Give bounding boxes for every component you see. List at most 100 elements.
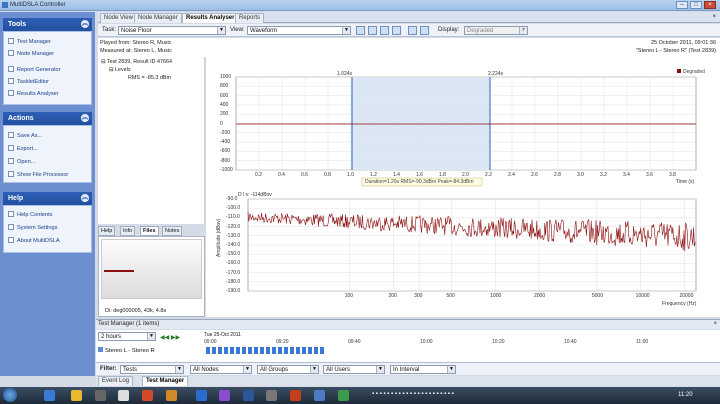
start-button-icon[interactable] (3, 388, 17, 402)
powerpoint-icon[interactable] (290, 390, 301, 401)
app-icon[interactable] (338, 390, 349, 401)
users-filter[interactable]: All Users ▼ (323, 365, 385, 374)
help-panel-header[interactable]: Help ︽ (3, 192, 92, 205)
timeline-block[interactable] (248, 347, 252, 354)
timeline-block[interactable] (254, 347, 258, 354)
tree-node-test[interactable]: ⊟ Test 2839, Result ID 47664 (101, 59, 172, 65)
help-title: Help (8, 195, 24, 202)
nodes-filter[interactable]: All Nodes ▼ (190, 365, 252, 374)
collapse-chevron-icon[interactable]: ︽ (81, 20, 89, 28)
interval-filter[interactable]: In Interval ▼ (390, 365, 456, 374)
actions-panel: Save As... Export... Open... Show File P… (3, 125, 92, 183)
open-link[interactable]: Open... (8, 158, 35, 167)
timeline-block[interactable] (260, 347, 264, 354)
settings-icon (8, 224, 14, 230)
window-title: MultiDSLA Controller (10, 2, 66, 8)
task-select[interactable]: Noise Floor ▼ (118, 26, 226, 35)
tab-node-manager[interactable]: Node Manager (134, 13, 182, 23)
timeline-block[interactable] (278, 347, 282, 354)
info-icon (8, 237, 14, 243)
tab-event-log[interactable]: Event Log (98, 376, 134, 386)
tab-files[interactable]: Files (140, 226, 159, 236)
first-icon[interactable] (356, 26, 365, 35)
explorer-icon[interactable] (71, 390, 82, 401)
system-settings-link[interactable]: System Settings (8, 224, 57, 233)
close-panel-icon[interactable]: × (713, 321, 717, 327)
timeline-block[interactable] (218, 347, 222, 354)
timeline-block[interactable] (212, 347, 216, 354)
export-link[interactable]: Export... (8, 145, 38, 154)
sidebar-item-tasklet-editor[interactable]: TaskletEditor (8, 78, 49, 87)
timeline-block[interactable] (266, 347, 270, 354)
app-icon[interactable] (219, 390, 230, 401)
timeline-block[interactable] (242, 347, 246, 354)
app-icon[interactable] (314, 390, 325, 401)
collapse-chevron-icon[interactable]: ︽ (81, 194, 89, 202)
tools-panel-header[interactable]: Tools ︽ (3, 18, 92, 31)
close-tab-icon[interactable]: × (712, 14, 716, 20)
media-icon[interactable] (95, 390, 106, 401)
waveform-xtick: 0.8 (324, 172, 331, 178)
tab-results-analyser[interactable]: Results Analyser (182, 13, 239, 23)
timeline-block[interactable] (272, 347, 276, 354)
sidebar-item-node-manager[interactable]: Node Manager (8, 50, 54, 59)
tab-notes[interactable]: Notes (162, 226, 183, 236)
display-select[interactable]: Degraded ▼ (464, 26, 528, 35)
app-icon[interactable] (266, 390, 277, 401)
measured-at: Measured at: Stereo L, Music (100, 48, 172, 54)
test-row-icon (98, 347, 103, 352)
play-icon[interactable] (368, 26, 377, 35)
nav-arrows-icon[interactable]: ◀◀ ▶▶ (160, 334, 180, 341)
tab-node-view[interactable]: Node View (100, 13, 137, 23)
view-select[interactable]: Waveform ▼ (247, 26, 351, 35)
stop-icon[interactable] (380, 26, 389, 35)
tests-filter[interactable]: Tests ▼ (120, 365, 184, 374)
collapse-chevron-icon[interactable]: ︽ (81, 114, 89, 122)
timeline-block[interactable] (290, 347, 294, 354)
tray-icons[interactable]: ▪ ▪ ▪ ▪ ▪ ▪ ▪ ▪ ▪ ▪ ▪ ▪ ▪ ▪ ▪ ▪ ▪ ▪ ▪ ▪ … (372, 391, 652, 400)
tab-reports[interactable]: Reports (235, 13, 265, 23)
zoom-out-icon[interactable] (420, 26, 429, 35)
groups-filter[interactable]: All Groups ▼ (257, 365, 319, 374)
timeline-block[interactable] (314, 347, 318, 354)
tools-panel: Test Manager Node Manager Report Generat… (3, 31, 92, 105)
last-icon[interactable] (392, 26, 401, 35)
timeline-block[interactable] (230, 347, 234, 354)
timeline-block[interactable] (320, 347, 324, 354)
timeline-block[interactable] (296, 347, 300, 354)
app-icon[interactable] (166, 390, 177, 401)
tree-leaf-rms[interactable]: RMS = -85.3 dBm (128, 75, 171, 81)
tab-help[interactable]: Help (98, 226, 116, 236)
about-link[interactable]: About MultiDSLA (8, 237, 60, 246)
timeline-block[interactable] (224, 347, 228, 354)
tree-node-levels[interactable]: ⊟ Levels (109, 67, 131, 73)
word-icon[interactable] (243, 390, 254, 401)
help-contents-link[interactable]: Help Contents (8, 211, 52, 220)
sidebar-item-report-generator[interactable]: Report Generator (8, 66, 61, 75)
timeline-block[interactable] (206, 347, 210, 354)
sidebar-item-results-analyser[interactable]: Results Analyser (8, 90, 59, 99)
maximize-button[interactable]: □ (690, 1, 702, 9)
timeline-block[interactable] (284, 347, 288, 354)
timeline-row-label[interactable]: Stereo L - Stereo R (98, 347, 155, 354)
mic-icon[interactable] (118, 390, 129, 401)
sidebar-item-test-manager[interactable]: Test Manager (8, 38, 51, 47)
timeline-block[interactable] (236, 347, 240, 354)
tab-info[interactable]: Info (120, 226, 136, 236)
tab-test-manager[interactable]: Test Manager (142, 376, 189, 386)
range-select[interactable]: 2 hours ▼ (98, 332, 156, 341)
close-button[interactable]: × (704, 1, 716, 9)
app-icon[interactable] (196, 390, 207, 401)
spectrum-ytick: -120.0 (226, 223, 241, 230)
actions-title: Actions (8, 115, 34, 122)
zoom-icon[interactable] (408, 26, 417, 35)
app-icon[interactable] (142, 390, 153, 401)
spectrum-ytick: -100.0 (226, 205, 241, 212)
show-file-processor-link[interactable]: Show File Processor (8, 171, 68, 180)
ie-icon[interactable] (44, 390, 55, 401)
minimize-button[interactable]: – (676, 1, 688, 9)
timeline-block[interactable] (302, 347, 306, 354)
timeline-block[interactable] (308, 347, 312, 354)
save-as-link[interactable]: Save As... (8, 132, 42, 141)
actions-panel-header[interactable]: Actions ︽ (3, 112, 92, 125)
